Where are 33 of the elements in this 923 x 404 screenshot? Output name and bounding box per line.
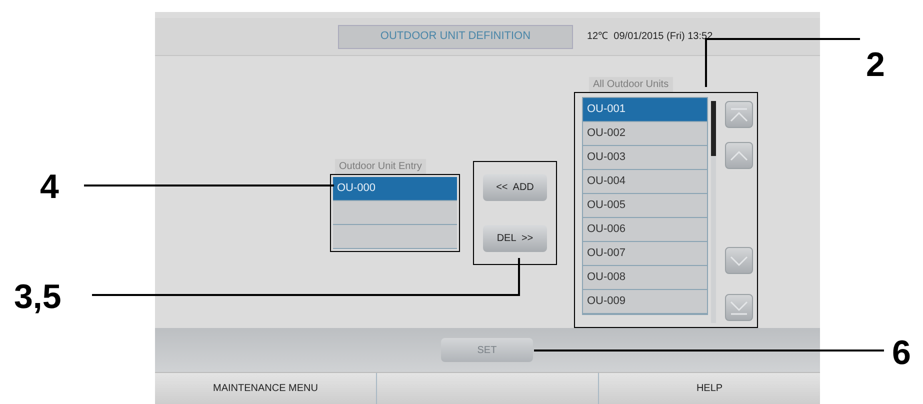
- list-row[interactable]: OU-007: [583, 242, 707, 266]
- list-row[interactable]: OU-000: [333, 177, 457, 201]
- scroll-bar[interactable]: [711, 101, 716, 323]
- scroll-down-button[interactable]: [725, 247, 753, 274]
- chevron-icon: [730, 254, 748, 268]
- screen-title: OUTDOOR UNIT DEFINITION: [338, 24, 573, 48]
- add-button[interactable]: << ADD: [483, 174, 547, 201]
- list-label: All Outdoor Units: [589, 77, 673, 92]
- chevron-icon: [730, 300, 748, 314]
- list-label: Outdoor Unit Entry: [335, 159, 426, 174]
- list-row[interactable]: [333, 201, 457, 225]
- list-row[interactable]: OU-003: [583, 146, 707, 170]
- list-row[interactable]: [333, 225, 457, 249]
- footer-button[interactable]: HELP: [599, 373, 820, 404]
- callout-number: 6: [892, 336, 911, 370]
- footer-button[interactable]: MAINTENANCE MENU: [155, 373, 377, 404]
- list-row[interactable]: OU-001: [583, 98, 707, 122]
- delete-button[interactable]: DEL >>: [483, 225, 547, 252]
- callout-number: 3,5: [14, 280, 62, 314]
- list-row[interactable]: OU-008: [583, 266, 707, 290]
- scroll-top-button[interactable]: [725, 101, 753, 128]
- callout-number: 2: [866, 48, 885, 82]
- chevron-icon: [730, 148, 748, 162]
- list-row[interactable]: OU-002: [583, 122, 707, 146]
- scroll-bottom-button[interactable]: [725, 294, 753, 321]
- list-row[interactable]: OU-005: [583, 194, 707, 218]
- scroll-thumb[interactable]: [711, 101, 716, 156]
- scroll-up-button[interactable]: [725, 142, 753, 169]
- list-row[interactable]: OU-009: [583, 290, 707, 314]
- list-row[interactable]: OU-006: [583, 218, 707, 242]
- callout-number: 4: [40, 170, 59, 204]
- chevron-icon: [730, 108, 748, 122]
- list-row[interactable]: OU-004: [583, 170, 707, 194]
